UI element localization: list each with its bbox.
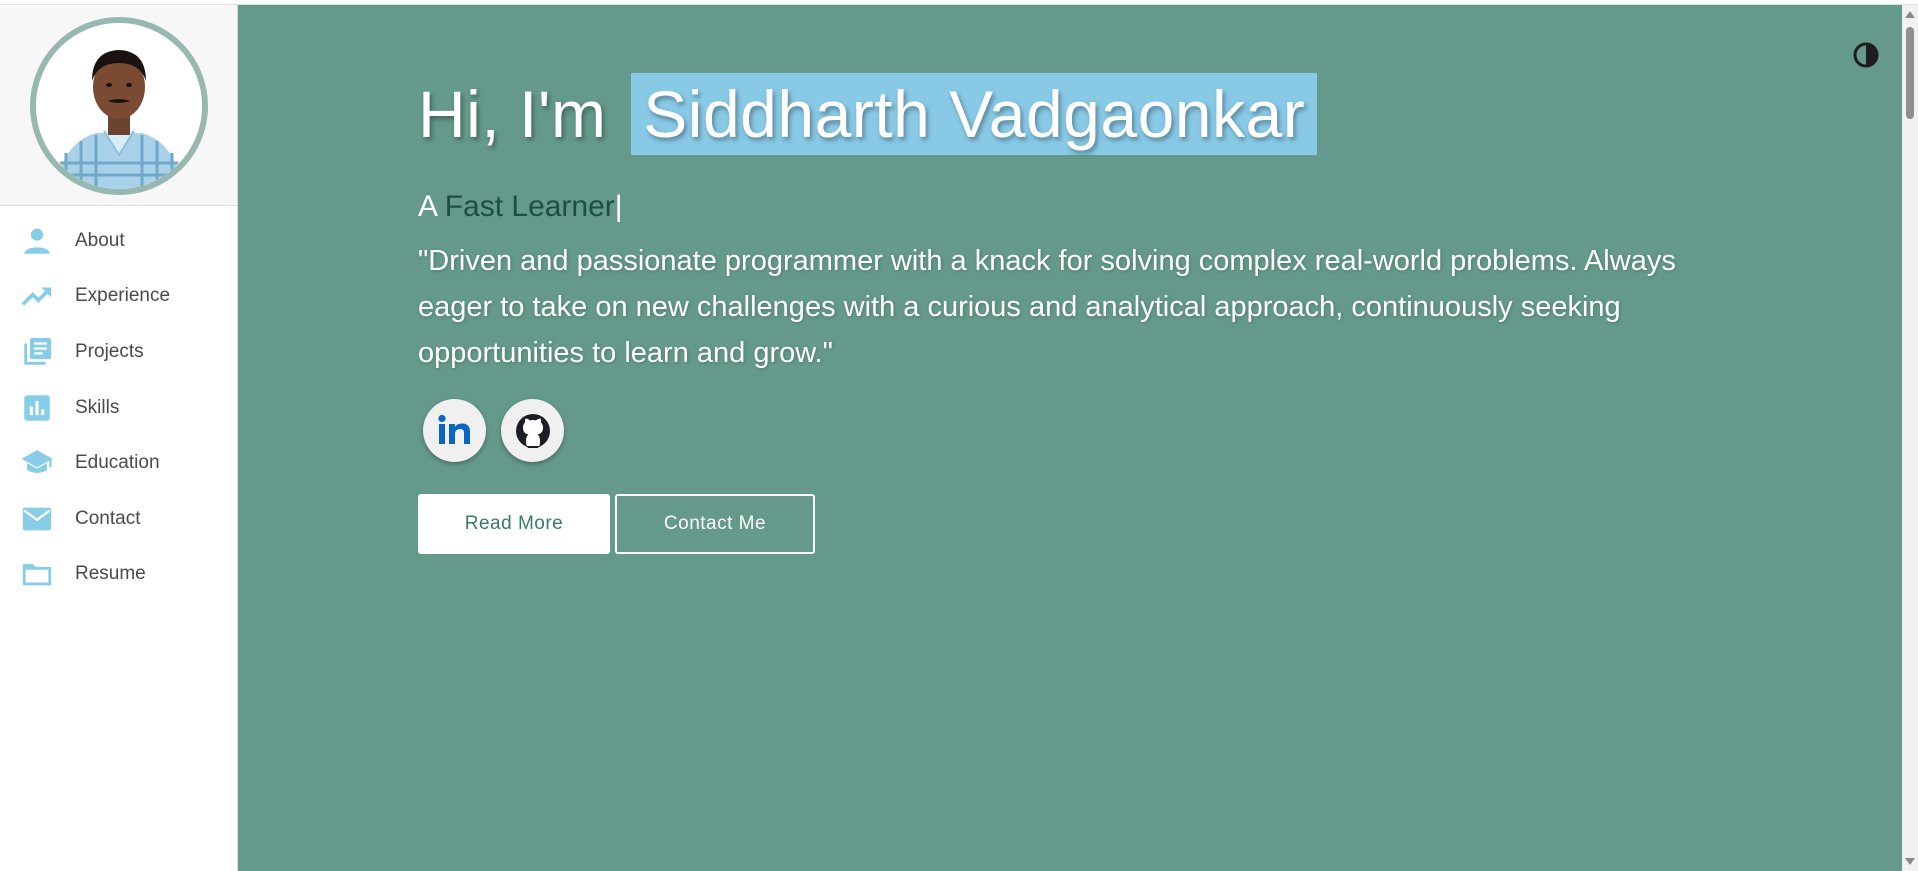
hero-buttons: Read More Contact Me (418, 494, 1788, 555)
tagline: A Fast Learner| (418, 190, 1788, 224)
scroll-down-arrow-icon[interactable] (1905, 858, 1915, 865)
sidebar-item-label: Experience (75, 285, 171, 307)
hero-content: Hi, I'm Siddharth Vadgaonkar A Fast Lear… (418, 73, 1788, 555)
hero-headline: Hi, I'm Siddharth Vadgaonkar (418, 73, 1788, 155)
typing-cursor: | (614, 190, 623, 224)
greeting-text: Hi, I'm (418, 77, 607, 151)
sidebar-item-experience[interactable]: Experience (0, 269, 237, 325)
sidebar-item-about[interactable]: About (0, 213, 237, 269)
person-icon (20, 224, 54, 258)
sidebar-item-label: Resume (75, 563, 146, 585)
sidebar-item-education[interactable]: Education (0, 435, 237, 491)
social-links (418, 399, 1788, 463)
github-icon (515, 413, 550, 448)
sidebar-item-label: Skills (75, 396, 120, 418)
theme-toggle[interactable] (1852, 41, 1880, 69)
school-icon (20, 446, 54, 480)
folder-icon (20, 557, 54, 591)
profile-photo (29, 17, 208, 195)
contrast-icon (1853, 42, 1879, 68)
bar-chart-icon (20, 391, 54, 425)
contact-me-button[interactable]: Contact Me (615, 494, 815, 555)
sidebar-nav: About Experience Projects Skills Educati… (0, 206, 237, 602)
sidebar-item-label: Education (75, 452, 160, 474)
tagline-prefix: A (418, 190, 437, 224)
trending-up-icon (20, 279, 54, 313)
vertical-scrollbar[interactable] (1902, 5, 1918, 871)
linkedin-icon (437, 414, 470, 444)
scroll-thumb[interactable] (1906, 27, 1914, 119)
sidebar: About Experience Projects Skills Educati… (0, 5, 238, 871)
tagline-role: Fast Learner (444, 190, 615, 224)
sidebar-item-skills[interactable]: Skills (0, 380, 237, 436)
profile-area (0, 5, 237, 206)
sidebar-item-label: Contact (75, 507, 141, 529)
linkedin-button[interactable] (423, 399, 486, 463)
github-button[interactable] (501, 399, 564, 463)
scroll-up-arrow-icon[interactable] (1905, 11, 1915, 18)
sidebar-item-resume[interactable]: Resume (0, 547, 237, 603)
hero-section: Hi, I'm Siddharth Vadgaonkar A Fast Lear… (238, 5, 1902, 871)
profile-portrait-image (35, 23, 202, 189)
sidebar-item-projects[interactable]: Projects (0, 324, 237, 380)
sidebar-item-contact[interactable]: Contact (0, 491, 237, 547)
bio-text: "Driven and passionate programmer with a… (418, 245, 1676, 370)
sidebar-item-label: About (75, 229, 125, 251)
sidebar-item-label: Projects (75, 340, 144, 362)
mail-icon (20, 502, 54, 536)
library-books-icon (20, 335, 54, 369)
read-more-button[interactable]: Read More (418, 494, 610, 555)
name-highlight: Siddharth Vadgaonkar (631, 73, 1318, 155)
